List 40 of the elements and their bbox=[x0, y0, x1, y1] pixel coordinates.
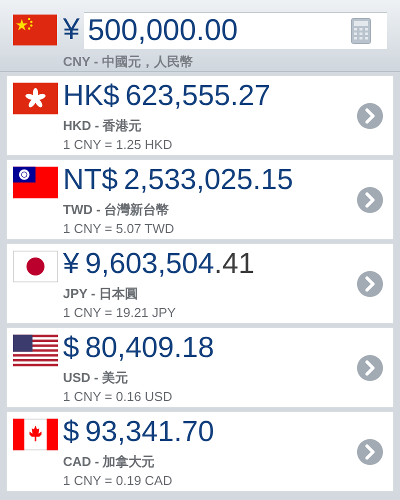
chevron-icon[interactable] bbox=[357, 354, 383, 380]
currency-name: USD - 美元 bbox=[63, 369, 129, 387]
currency-name: TWD - 台灣新台幣 bbox=[63, 201, 170, 219]
currency-symbol: ¥ bbox=[63, 248, 80, 280]
calculator-icon[interactable] bbox=[351, 18, 371, 44]
currency-symbol: ¥ bbox=[63, 13, 80, 47]
currency-name: CAD - 加拿大元 bbox=[63, 453, 156, 471]
currency-name: HKD - 香港元 bbox=[63, 117, 143, 135]
base-currency-name: CNY - 中國元，人民幣 bbox=[63, 53, 194, 71]
converted-amount: 2,533,025.15 bbox=[124, 164, 294, 196]
exchange-rate: 1 CNY = 5.07 TWD bbox=[63, 221, 176, 236]
currency-name: JPY - 日本圓 bbox=[63, 285, 139, 303]
flag-icon bbox=[13, 418, 58, 451]
currency-row[interactable]: ¥ 9,603,504.41 JPY - 日本圓 1 CNY = 19.21 JPY bbox=[6, 243, 394, 324]
exchange-rate: 1 CNY = 0.19 CAD bbox=[63, 473, 174, 488]
converted-amount: 9,603,504.41 bbox=[85, 248, 254, 280]
amount-field[interactable]: 500,000.00 bbox=[84, 12, 387, 48]
currency-row[interactable]: $ 80,409.18 USD - 美元 1 CNY = 0.16 USD bbox=[6, 327, 394, 408]
currency-row[interactable]: HK$ 623,555.27 HKD - 香港元 1 CNY = 1.25 HKD bbox=[6, 75, 394, 156]
converted-amount: 80,409.18 bbox=[85, 332, 214, 364]
flag-icon bbox=[13, 82, 58, 115]
currency-symbol: $ bbox=[63, 332, 80, 364]
exchange-rate: 1 CNY = 19.21 JPY bbox=[63, 305, 177, 320]
converted-amount: 623,555.27 bbox=[125, 80, 271, 112]
flag-icon bbox=[13, 166, 58, 199]
currency-symbol: HK$ bbox=[63, 80, 120, 112]
flag-icon bbox=[13, 14, 57, 46]
flag-icon bbox=[13, 334, 58, 367]
currency-row[interactable]: NT$ 2,533,025.15 TWD - 台灣新台幣 1 CNY = 5.07 TWD bbox=[6, 159, 394, 240]
chevron-icon[interactable] bbox=[357, 438, 383, 464]
currency-row[interactable]: $ 93,341.70 CAD - 加拿大元 1 CNY = 0.19 CAD bbox=[6, 411, 394, 492]
exchange-rate: 1 CNY = 1.25 HKD bbox=[63, 137, 174, 152]
exchange-rate: 1 CNY = 0.16 USD bbox=[63, 389, 174, 404]
chevron-icon[interactable] bbox=[357, 270, 383, 296]
currency-symbol: NT$ bbox=[63, 164, 118, 196]
currency-symbol: $ bbox=[63, 416, 80, 448]
chevron-icon[interactable] bbox=[357, 186, 383, 212]
flag-icon bbox=[13, 250, 58, 283]
converted-amount: 93,341.70 bbox=[85, 416, 214, 448]
chevron-icon[interactable] bbox=[357, 102, 383, 128]
